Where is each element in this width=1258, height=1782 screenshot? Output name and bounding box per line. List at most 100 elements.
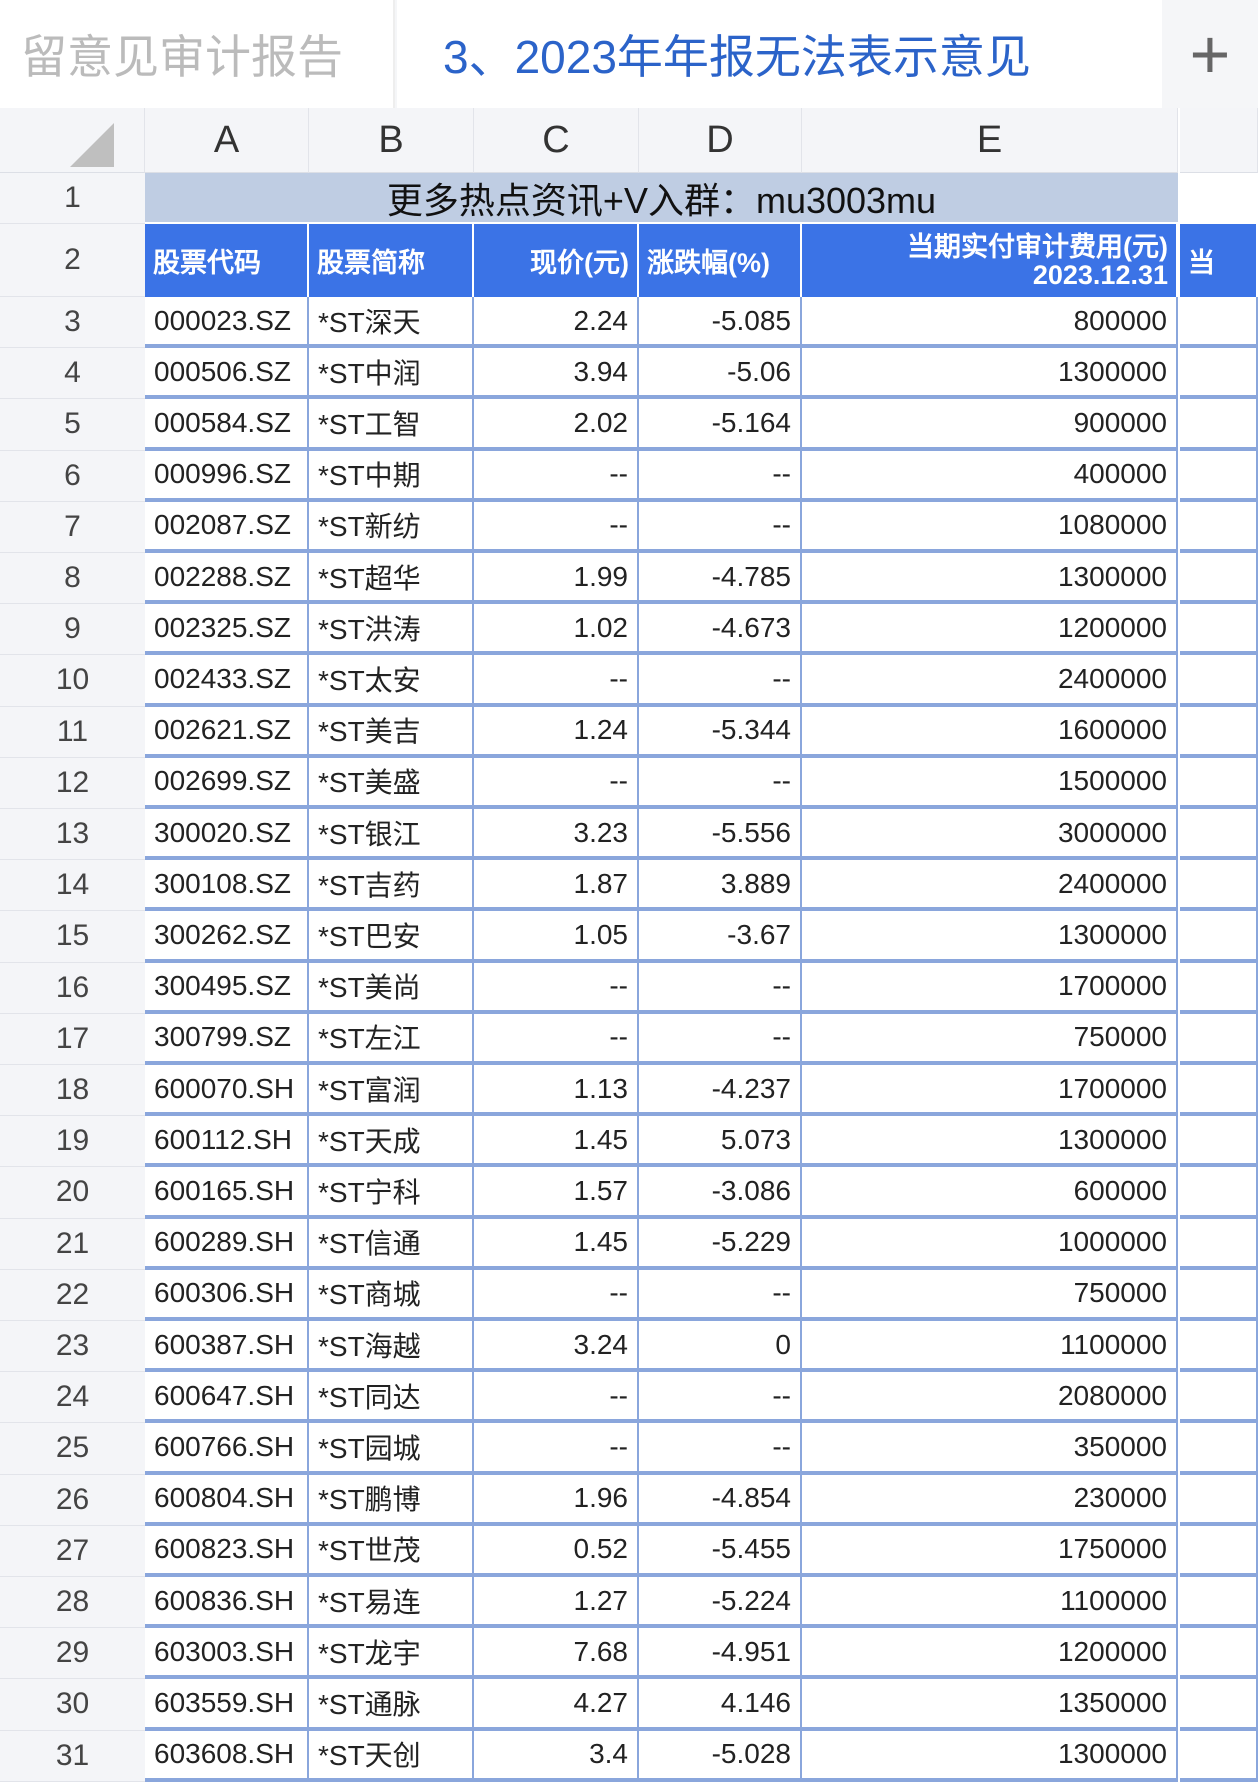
price-cell[interactable]: 0.52 (474, 1525, 639, 1577)
change-cell[interactable]: -- (639, 1423, 802, 1475)
price-cell[interactable]: 4.27 (474, 1679, 639, 1731)
change-cell[interactable]: -3.67 (639, 911, 802, 963)
empty-cell[interactable] (1180, 1577, 1258, 1629)
empty-cell[interactable] (1180, 297, 1258, 349)
header-name[interactable]: 股票简称 (309, 224, 474, 297)
change-cell[interactable]: -5.556 (639, 809, 802, 861)
row-number[interactable]: 26 (0, 1474, 145, 1526)
stock-name-cell[interactable]: *ST天成 (309, 1116, 474, 1168)
stock-name-cell[interactable]: *ST商城 (309, 1269, 474, 1321)
change-cell[interactable]: -5.085 (639, 297, 802, 349)
stock-code-cell[interactable]: 600647.SH (145, 1372, 309, 1424)
change-cell[interactable]: 3.889 (639, 860, 802, 912)
price-cell[interactable]: 1.96 (474, 1474, 639, 1526)
change-cell[interactable]: -- (639, 962, 802, 1014)
change-cell[interactable]: -- (639, 1269, 802, 1321)
price-cell[interactable]: 1.27 (474, 1577, 639, 1629)
empty-cell[interactable] (1180, 911, 1258, 963)
column-header-d[interactable]: D (639, 108, 802, 173)
stock-name-cell[interactable]: *ST易连 (309, 1577, 474, 1629)
change-cell[interactable]: -- (639, 450, 802, 502)
stock-name-cell[interactable]: *ST巴安 (309, 911, 474, 963)
change-cell[interactable]: 4.146 (639, 1679, 802, 1731)
stock-name-cell[interactable]: *ST天创 (309, 1730, 474, 1782)
column-header-a[interactable]: A (145, 108, 309, 173)
empty-cell[interactable] (1180, 501, 1258, 553)
stock-name-cell[interactable]: *ST宁科 (309, 1167, 474, 1219)
stock-code-cell[interactable]: 600387.SH (145, 1321, 309, 1373)
audit-fee-cell[interactable]: 1600000 (802, 706, 1178, 758)
stock-code-cell[interactable]: 300799.SZ (145, 1013, 309, 1065)
row-number[interactable]: 1 (0, 173, 145, 224)
audit-fee-cell[interactable]: 1300000 (802, 1730, 1178, 1782)
price-cell[interactable]: 3.23 (474, 809, 639, 861)
row-number[interactable]: 5 (0, 399, 145, 451)
row-number[interactable]: 20 (0, 1167, 145, 1219)
row-number[interactable]: 30 (0, 1679, 145, 1731)
price-cell[interactable]: 1.02 (474, 604, 639, 656)
stock-name-cell[interactable]: *ST左江 (309, 1013, 474, 1065)
audit-fee-cell[interactable]: 600000 (802, 1167, 1178, 1219)
empty-cell[interactable] (1180, 1321, 1258, 1373)
add-sheet-button[interactable]: + (1162, 0, 1258, 108)
audit-fee-cell[interactable]: 1200000 (802, 1628, 1178, 1680)
price-cell[interactable]: 1.13 (474, 1065, 639, 1117)
stock-code-cell[interactable]: 600804.SH (145, 1474, 309, 1526)
audit-fee-cell[interactable]: 350000 (802, 1423, 1178, 1475)
empty-cell[interactable] (1180, 1116, 1258, 1168)
change-cell[interactable]: -3.086 (639, 1167, 802, 1219)
price-cell[interactable]: 2.02 (474, 399, 639, 451)
column-header-b[interactable]: B (309, 108, 474, 173)
stock-code-cell[interactable]: 300262.SZ (145, 911, 309, 963)
empty-cell[interactable] (1180, 706, 1258, 758)
audit-fee-cell[interactable]: 1100000 (802, 1577, 1178, 1629)
stock-code-cell[interactable]: 002288.SZ (145, 553, 309, 605)
change-cell[interactable]: -4.673 (639, 604, 802, 656)
empty-cell[interactable] (1180, 1065, 1258, 1117)
stock-code-cell[interactable]: 000023.SZ (145, 297, 309, 349)
empty-cell[interactable] (1180, 1525, 1258, 1577)
stock-name-cell[interactable]: *ST银江 (309, 809, 474, 861)
stock-code-cell[interactable]: 603608.SH (145, 1730, 309, 1782)
row-number[interactable]: 19 (0, 1116, 145, 1168)
select-all-corner[interactable] (0, 108, 145, 173)
stock-name-cell[interactable]: *ST同达 (309, 1372, 474, 1424)
row-number[interactable]: 3 (0, 297, 145, 349)
stock-code-cell[interactable]: 600165.SH (145, 1167, 309, 1219)
empty-cell[interactable] (1180, 1167, 1258, 1219)
row-number[interactable]: 4 (0, 348, 145, 400)
row-number[interactable]: 14 (0, 860, 145, 912)
change-cell[interactable]: -- (639, 655, 802, 707)
audit-fee-cell[interactable]: 1700000 (802, 1065, 1178, 1117)
empty-cell[interactable] (1180, 399, 1258, 451)
row-number[interactable]: 12 (0, 757, 145, 809)
price-cell[interactable]: -- (474, 1013, 639, 1065)
empty-cell[interactable] (1180, 1269, 1258, 1321)
stock-code-cell[interactable]: 000584.SZ (145, 399, 309, 451)
row-number[interactable]: 6 (0, 450, 145, 502)
change-cell[interactable]: -- (639, 1013, 802, 1065)
sheet-tab-prev[interactable]: 留意见审计报告 (0, 0, 395, 108)
price-cell[interactable]: 1.99 (474, 553, 639, 605)
header-code[interactable]: 股票代码 (145, 224, 309, 297)
stock-name-cell[interactable]: *ST太安 (309, 655, 474, 707)
stock-name-cell[interactable]: *ST园城 (309, 1423, 474, 1475)
row-number[interactable]: 11 (0, 706, 145, 758)
row-number[interactable]: 27 (0, 1525, 145, 1577)
stock-name-cell[interactable]: *ST新纺 (309, 501, 474, 553)
price-cell[interactable]: -- (474, 1423, 639, 1475)
change-cell[interactable]: -- (639, 501, 802, 553)
row-number[interactable]: 9 (0, 604, 145, 656)
audit-fee-cell[interactable]: 2080000 (802, 1372, 1178, 1424)
stock-name-cell[interactable]: *ST中润 (309, 348, 474, 400)
audit-fee-cell[interactable]: 1000000 (802, 1218, 1178, 1270)
change-cell[interactable]: -5.164 (639, 399, 802, 451)
stock-code-cell[interactable]: 002325.SZ (145, 604, 309, 656)
price-cell[interactable]: -- (474, 655, 639, 707)
row-number[interactable]: 13 (0, 809, 145, 861)
change-cell[interactable]: -- (639, 757, 802, 809)
price-cell[interactable]: -- (474, 1372, 639, 1424)
empty-cell[interactable] (1180, 962, 1258, 1014)
header-change[interactable]: 涨跌幅(%) (639, 224, 802, 297)
stock-name-cell[interactable]: *ST洪涛 (309, 604, 474, 656)
